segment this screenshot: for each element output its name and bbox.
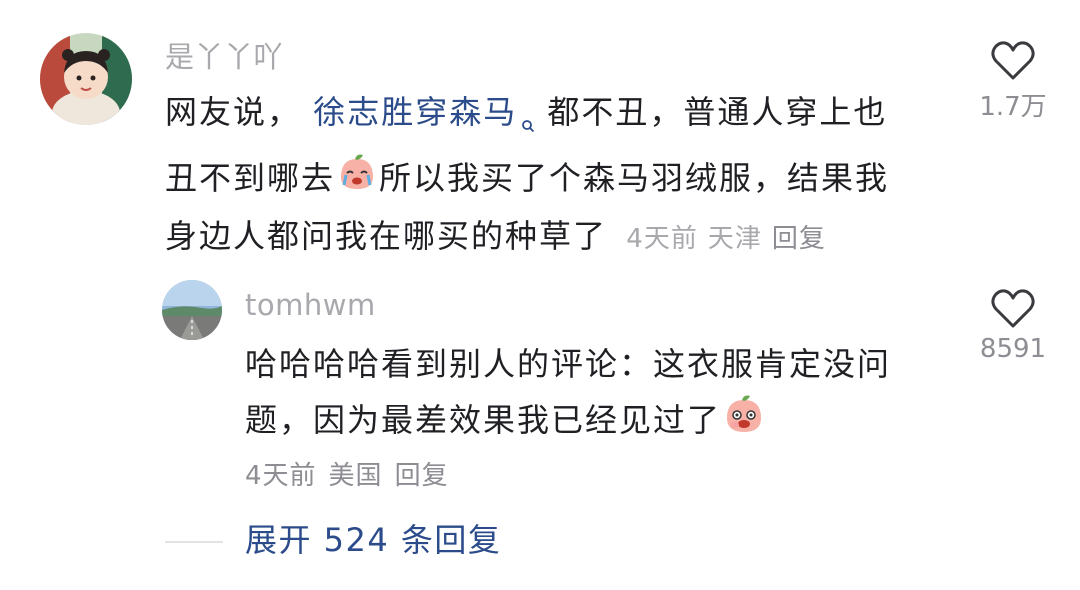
like-button[interactable]: 8591 xyxy=(968,288,1058,364)
like-button[interactable]: 1.7万 xyxy=(968,40,1058,123)
like-count: 1.7万 xyxy=(979,92,1047,122)
comment-meta: 4天前 天津 回复 xyxy=(617,224,836,254)
avatar[interactable] xyxy=(40,33,132,125)
reply-button[interactable]: 回复 xyxy=(395,461,449,491)
search-icon[interactable] xyxy=(521,94,535,150)
comment-line: 题，因为最差效果我已经见过了 xyxy=(245,392,945,451)
comment-username[interactable]: 是丫丫吖 xyxy=(165,40,283,74)
comment-meta: 4天前 美国 回复 xyxy=(245,455,461,492)
expand-replies-button[interactable]: 展开 524 条回复 xyxy=(245,518,501,562)
comment-location: 天津 xyxy=(707,224,762,254)
comment-text: 网友说， xyxy=(165,93,302,131)
comment-text: 都不丑，普通人穿上也 xyxy=(547,93,888,131)
heart-outline-icon xyxy=(991,289,1035,328)
comment-time: 4天前 xyxy=(626,224,698,254)
heart-outline-icon xyxy=(991,41,1035,80)
comment-body: 网友说， 徐志胜穿森马 都不丑，普通人穿上也 丑不到哪去 所以我买了个森马羽绒服… xyxy=(165,84,925,267)
comment-text: 所以我买了个森马羽绒服，结果我 xyxy=(379,159,890,197)
expand-divider xyxy=(165,541,223,543)
search-keyword-link[interactable]: 徐志胜穿森马 xyxy=(313,93,517,131)
comment-line: 丑不到哪去 所以我买了个森马羽绒服，结果我 xyxy=(165,150,925,208)
reply-button[interactable]: 回复 xyxy=(772,224,826,254)
user-avatar-image xyxy=(162,280,222,340)
comment-text: 哈哈哈哈看到别人的评论：这衣服肯定没问 xyxy=(245,345,892,383)
comment-text: 身边人都问我在哪买的种草了 xyxy=(165,217,608,255)
comment-username[interactable]: tomhwm xyxy=(245,288,376,322)
like-count: 8591 xyxy=(979,334,1047,364)
crying-emoji-icon xyxy=(337,152,377,208)
comment-text: 题，因为最差效果我已经见过了 xyxy=(245,401,722,439)
laughing-emoji-icon xyxy=(723,394,765,451)
comment-line: 网友说， 徐志胜穿森马 都不丑，普通人穿上也 xyxy=(165,84,925,150)
comment-location: 美国 xyxy=(328,461,383,491)
avatar[interactable] xyxy=(162,280,222,340)
comment-text: 丑不到哪去 xyxy=(165,159,336,197)
comment-time: 4天前 xyxy=(245,461,317,491)
user-avatar-image xyxy=(40,33,132,125)
comment-body: 哈哈哈哈看到别人的评论：这衣服肯定没问 题，因为最差效果我已经见过了 xyxy=(245,336,945,451)
comment-line: 哈哈哈哈看到别人的评论：这衣服肯定没问 xyxy=(245,336,945,392)
comment-line: 身边人都问我在哪买的种草了 4天前 天津 回复 xyxy=(165,208,925,267)
